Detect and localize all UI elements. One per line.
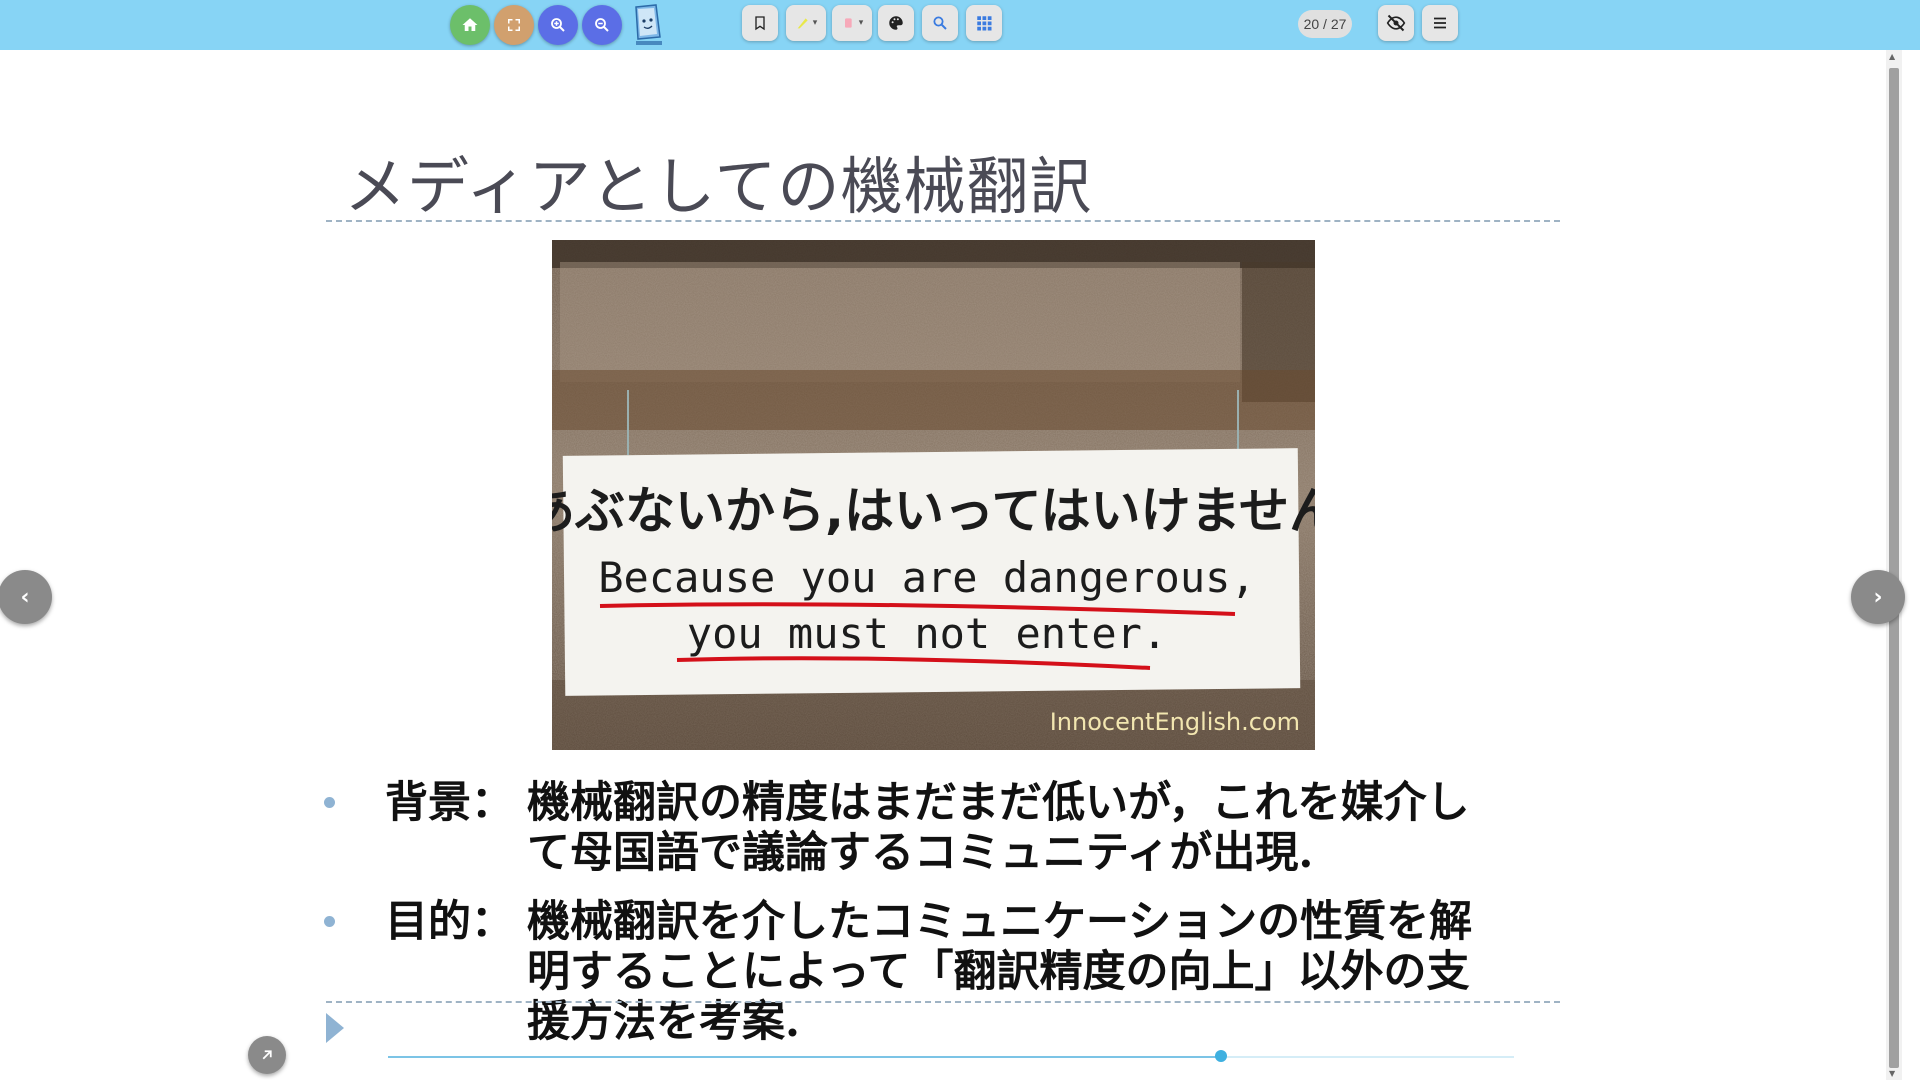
sign-photo: あぶないから,はいってはいけません Because you are danger… — [552, 240, 1315, 750]
scroll-up-icon[interactable]: ▲ — [1889, 52, 1895, 61]
zoom-in-button[interactable] — [538, 5, 578, 45]
previous-slide-button[interactable]: ‹ — [0, 570, 52, 624]
sign-english-line-1: Because you are dangerous, — [598, 553, 1255, 602]
slide-title: メディアとしての機械翻訳 — [344, 150, 1093, 223]
progress-fill — [388, 1056, 1222, 1058]
page-counter: 20 / 27 — [1298, 10, 1352, 38]
zoom-out-icon — [595, 18, 609, 32]
bullet-lead-1: 背景： — [385, 778, 514, 828]
bookmark-button[interactable] — [742, 5, 778, 41]
palette-icon — [889, 16, 903, 30]
top-toolbar: ▾ ▾ 20 / 27 — [0, 0, 1920, 50]
grid-icon — [977, 16, 992, 31]
watermark-text: InnocentEnglish.com — [1050, 708, 1300, 736]
bookmark-icon — [755, 16, 765, 31]
bullet-dot-1 — [324, 797, 335, 808]
logo-icon — [635, 4, 662, 45]
chevron-right-icon: › — [1873, 584, 1883, 610]
eraser-icon — [844, 18, 852, 28]
title-divider — [326, 220, 1560, 222]
photo-image: あぶないから,はいってはいけません Because you are danger… — [552, 240, 1315, 750]
bullet-dot-2 — [324, 916, 335, 927]
next-slide-button[interactable]: › — [1851, 570, 1905, 624]
progress-knob[interactable] — [1215, 1050, 1228, 1062]
slide-progress-bar[interactable] — [388, 1050, 1514, 1062]
highlighter-button[interactable]: ▾ — [786, 5, 826, 41]
search-icon — [933, 16, 947, 30]
search-button[interactable] — [922, 5, 958, 41]
chevron-left-icon: ‹ — [20, 584, 30, 610]
fullscreen-icon — [508, 19, 520, 31]
bullet-1-line-1: 機械翻訳の精度はまだまだ低いが，これを媒介し — [527, 778, 1470, 828]
bullet-background: 背景： 機械翻訳の精度はまだまだ低いが，これを媒介し て母国語で議論するコミュニテ… — [385, 778, 1545, 878]
zoom-out-button[interactable] — [582, 5, 622, 45]
menu-icon — [1434, 17, 1446, 29]
home-icon — [462, 18, 478, 31]
menu-button[interactable] — [1422, 5, 1458, 41]
vertical-scrollbar[interactable]: ▲ ▼ — [1886, 50, 1902, 1080]
sign-english-line-2: you must not enter. — [687, 609, 1167, 658]
play-icon[interactable] — [326, 1013, 344, 1043]
bullet-purpose: 目的： 機械翻訳を介したコミュニケーションの性質を解 明することによって「翻訳精度… — [385, 897, 1545, 1047]
footer-divider — [326, 1001, 1560, 1003]
grid-view-button[interactable] — [966, 5, 1002, 41]
bullet-2-line-1: 機械翻訳を介したコミュニケーションの性質を解 — [527, 897, 1473, 947]
zoom-in-icon — [551, 18, 565, 32]
bullet-1-line-2: て母国語で議論するコミュニティが出現. — [527, 828, 1314, 878]
open-external-button[interactable] — [248, 1036, 286, 1074]
fullscreen-button[interactable] — [494, 5, 534, 45]
app-logo — [630, 3, 666, 47]
bullet-lead-2: 目的： — [385, 897, 514, 947]
bullet-2-line-3: 援方法を考案. — [527, 997, 800, 1047]
sign-japanese-text: あぶないから,はいってはいけません — [552, 482, 1315, 540]
bullet-2-line-2: 明することによって「翻訳精度の向上」以外の支 — [527, 947, 1470, 997]
eye-off-icon — [1386, 14, 1406, 32]
highlighter-icon — [797, 18, 808, 29]
scroll-thumb[interactable] — [1889, 68, 1899, 1068]
arrow-up-right-icon — [262, 1050, 272, 1060]
eraser-button[interactable]: ▾ — [832, 5, 872, 41]
hide-annotations-button[interactable] — [1378, 5, 1414, 41]
scroll-down-icon[interactable]: ▼ — [1889, 1069, 1895, 1078]
home-button[interactable] — [450, 5, 490, 45]
palette-button[interactable] — [878, 5, 914, 41]
